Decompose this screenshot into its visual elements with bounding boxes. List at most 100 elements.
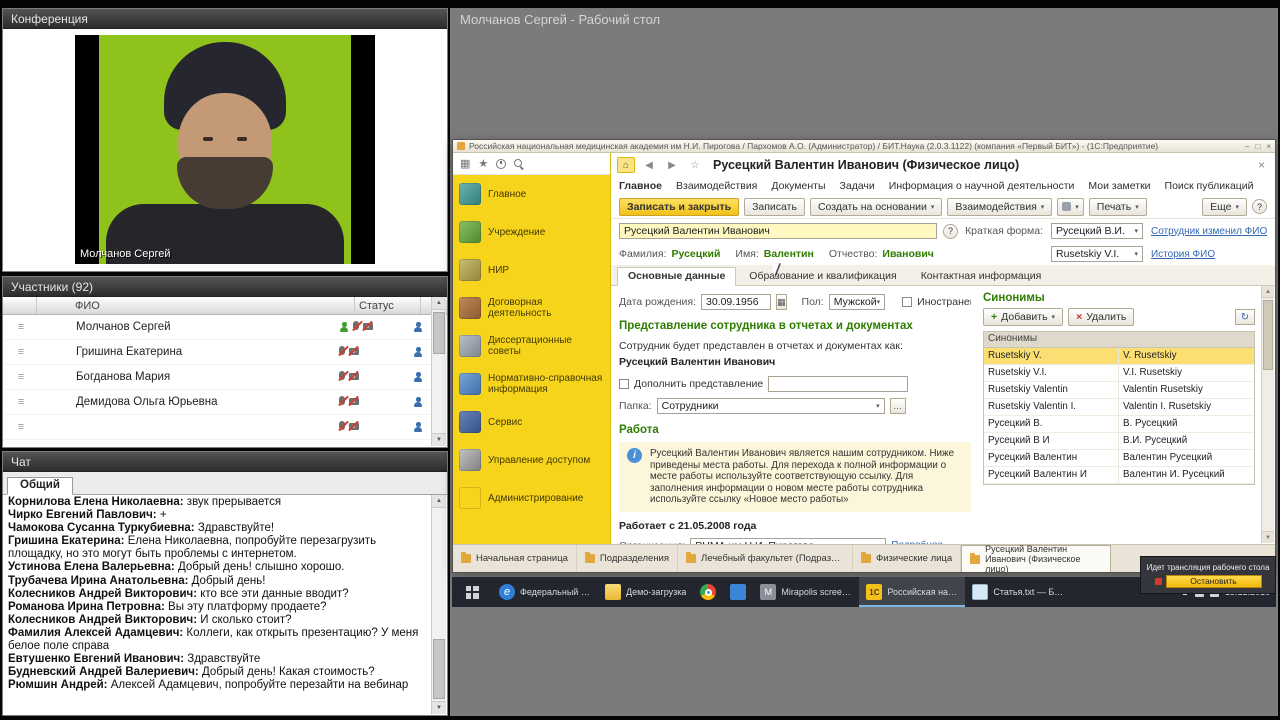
menu-documents[interactable]: Документы (771, 180, 825, 192)
menu-interactions[interactable]: Взаимодействия (676, 180, 757, 192)
patronymic-value[interactable]: Иванович (882, 248, 933, 260)
section-item-admin[interactable]: Администрирование (453, 479, 610, 517)
add-synonym-button[interactable]: + Добавить ▾ (983, 308, 1064, 326)
chat-scrollbar[interactable]: ▲ ▼ (431, 495, 446, 714)
section-item-service[interactable]: Сервис (453, 403, 610, 441)
suffix-checkbox[interactable] (619, 379, 629, 389)
open-folder-icon[interactable]: … (889, 398, 906, 414)
tab-basic-data[interactable]: Основные данные (617, 267, 737, 286)
participants-scrollbar[interactable]: ▲ ▼ (431, 297, 446, 446)
refresh-icon[interactable]: ↻ (1235, 309, 1255, 325)
menu-tasks[interactable]: Задачи (840, 180, 875, 192)
participant-row[interactable]: ≡ (4, 415, 431, 440)
taskbar-app-explorer[interactable] (723, 577, 753, 607)
tab-contacts[interactable]: Контактная информация (910, 267, 1053, 285)
suffix-input[interactable] (768, 376, 909, 392)
taskbar-app-folder[interactable]: Демо-загрузка (598, 577, 693, 607)
close-form-icon[interactable]: × (1258, 158, 1265, 172)
drag-handle-icon[interactable]: ≡ (4, 346, 38, 358)
section-item-nir[interactable]: НИР (453, 251, 610, 289)
form-scrollbar[interactable]: ▲ ▼ (1261, 286, 1274, 543)
scrollbar-thumb[interactable] (433, 312, 445, 354)
minimize-icon[interactable]: – (1245, 142, 1249, 151)
taskbar-app-chrome[interactable] (693, 577, 723, 607)
fio-changed-link[interactable]: Сотрудник изменил ФИО (1151, 226, 1267, 237)
save-button[interactable]: Записать (744, 197, 805, 216)
taskbar-app-notepad[interactable]: Статья.txt — Бло... (965, 577, 1071, 607)
drag-handle-icon[interactable]: ≡ (4, 321, 38, 333)
maximize-icon[interactable]: □ (1255, 142, 1260, 151)
scroll-down-icon[interactable]: ▼ (1262, 531, 1274, 543)
synonym-row[interactable]: Русецкий В И В.И. Русецкий (984, 433, 1254, 450)
participant-row[interactable]: ≡ Молчанов Сергей (4, 315, 431, 340)
drag-handle-icon[interactable]: ≡ (4, 396, 38, 408)
doc-tab-home[interactable]: Начальная страница (453, 545, 577, 572)
back-icon[interactable]: ◀ (640, 157, 658, 173)
menu-notes[interactable]: Мои заметки (1088, 180, 1150, 192)
full-name-input[interactable] (619, 223, 937, 239)
attachment-button[interactable]: ▾ (1057, 197, 1084, 216)
scroll-up-icon[interactable]: ▲ (432, 495, 446, 508)
section-item-reference[interactable]: Нормативно-справочная информация (453, 365, 610, 403)
drag-handle-icon[interactable]: ≡ (4, 421, 38, 433)
foreigner-checkbox[interactable] (902, 297, 913, 307)
fio-history-link[interactable]: История ФИО (1151, 249, 1263, 260)
name-help-button[interactable]: ? (943, 223, 958, 239)
participant-row[interactable]: ≡ Богданова Мария (4, 365, 431, 390)
menu-science-info[interactable]: Информация о научной деятельности (889, 180, 1075, 192)
synonym-row[interactable]: Rusetskiy Valentin I. Valentin I. Rusetsk… (984, 399, 1254, 416)
menu-grid-icon[interactable]: ▦ (460, 157, 470, 170)
section-item-access[interactable]: Управление доступом (453, 441, 610, 479)
start-button[interactable] (452, 577, 492, 607)
scroll-up-icon[interactable]: ▲ (1262, 286, 1274, 298)
synonym-row[interactable]: Rusetskiy V. V. Rusetskiy (984, 348, 1254, 365)
folder-combo[interactable]: Сотрудники ▾ (656, 398, 885, 414)
doc-tab-departments[interactable]: Подразделения (577, 545, 679, 572)
menu-publications[interactable]: Поиск публикаций (1165, 180, 1254, 192)
doc-tab-faculty[interactable]: Лечебный факультет (Подразделение) (678, 545, 854, 572)
close-icon[interactable]: × (1266, 142, 1271, 151)
synonym-row[interactable]: Русецкий В. В. Русецкий (984, 416, 1254, 433)
stop-broadcast-button[interactable]: Остановить (1165, 574, 1262, 588)
create-from-button[interactable]: Создать на основании ▾ (809, 197, 943, 216)
synonym-row[interactable]: Rusetskiy Valentin Valentin Rusetskiy (984, 382, 1254, 399)
firstname-value[interactable]: Валентин (764, 248, 814, 260)
scroll-up-icon[interactable]: ▲ (432, 297, 446, 310)
section-item-institution[interactable]: Учреждение (453, 213, 610, 251)
doc-tab-rusetskiy[interactable]: Русецкий Валентин Иванович (Физическое л… (961, 545, 1112, 572)
section-item-contracts[interactable]: Договорная деятельность (453, 289, 610, 327)
synonym-row[interactable]: Rusetskiy V.I. V.I. Rusetskiy (984, 365, 1254, 382)
scrollbar-thumb[interactable] (433, 639, 445, 699)
taskbar-app-browser[interactable]: e Федеральный ве... (492, 577, 598, 607)
more-button[interactable]: Еще ▾ (1202, 197, 1247, 216)
favorites-star-icon[interactable]: ★ (478, 157, 488, 170)
help-button[interactable]: ? (1252, 199, 1267, 214)
scroll-down-icon[interactable]: ▼ (432, 701, 446, 714)
history-clock-icon[interactable] (496, 158, 507, 169)
synonym-row[interactable]: Русецкий Валентин Валентин Русецкий (984, 450, 1254, 467)
tab-education[interactable]: Образование и квалификация (738, 267, 907, 285)
interactions-button[interactable]: Взаимодействия ▾ (947, 197, 1053, 216)
calendar-icon[interactable]: ▦ (776, 294, 787, 310)
short-form-ru-combo[interactable]: Русецкий В.И. ▾ (1051, 223, 1143, 239)
birth-input[interactable] (701, 294, 771, 310)
scroll-down-icon[interactable]: ▼ (432, 433, 446, 446)
synonym-row[interactable]: Русецкий Валентин И Валентин И. Русецкий (984, 467, 1254, 484)
taskbar-app-mirapolis[interactable]: M Mirapolis screens... (753, 577, 859, 607)
gender-combo[interactable]: Мужской ▾ (828, 294, 886, 310)
favorite-star-icon[interactable]: ☆ (686, 157, 704, 173)
section-item-main[interactable]: Главное (453, 175, 610, 213)
drag-handle-icon[interactable]: ≡ (4, 371, 38, 383)
home-icon[interactable]: ⌂ (617, 157, 635, 173)
doc-tab-persons[interactable]: Физические лица (853, 545, 962, 572)
participant-row[interactable]: ≡ Демидова Ольга Юрьевна (4, 390, 431, 415)
taskbar-app-1c[interactable]: 1С Российская нац... (859, 577, 966, 607)
search-icon[interactable] (514, 158, 524, 169)
short-form-en-combo[interactable]: Rusetskiy V.I. ▾ (1051, 246, 1143, 262)
surname-value[interactable]: Русецкий (672, 248, 721, 260)
forward-icon[interactable]: ▶ (663, 157, 681, 173)
participant-row[interactable]: ≡ Гришина Екатерина (4, 340, 431, 365)
chat-tab-general[interactable]: Общий (7, 477, 73, 495)
menu-main[interactable]: Главное (619, 180, 662, 192)
print-button[interactable]: Печать ▾ (1088, 197, 1147, 216)
